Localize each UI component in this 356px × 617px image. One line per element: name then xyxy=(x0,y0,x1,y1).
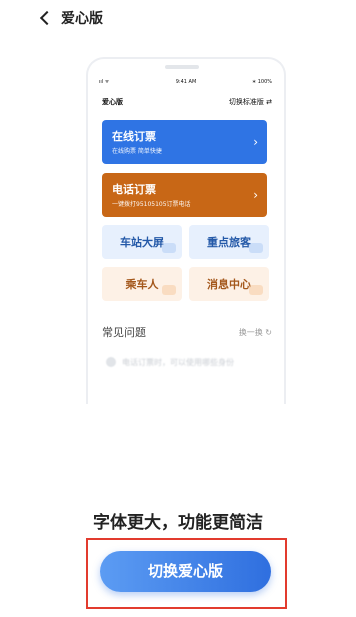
card-title: 电话订票 xyxy=(112,183,156,196)
tile-station-screen: 车站大屏 xyxy=(102,225,182,259)
phone-preview: ııl ᯤ 9:41 AM ∗ 100% 爱心版 切换标准版 ⇄ 在线订票 在线… xyxy=(86,57,286,404)
message-icon xyxy=(249,285,263,295)
question-icon xyxy=(106,357,116,367)
switch-care-mode-button[interactable]: 切换爱心版 xyxy=(100,551,271,592)
phone-speaker xyxy=(165,65,199,69)
page-title: 爱心版 xyxy=(61,11,103,27)
faq-title: 常见问题 xyxy=(102,326,146,339)
tile-messages: 消息中心 xyxy=(189,267,269,301)
top-bar: 爱心版 xyxy=(0,0,356,36)
chevron-right-icon: › xyxy=(253,135,258,149)
online-booking-card: 在线订票 在线购票 简单快捷 › xyxy=(102,120,267,164)
refresh-label: 换一换 ↻ xyxy=(238,328,272,337)
card-subtitle: 在线购票 简单快捷 xyxy=(112,148,162,155)
chevron-left-icon[interactable] xyxy=(38,9,54,27)
passenger-icon xyxy=(162,285,176,295)
switch-standard-label: 切换标准版 ⇄ xyxy=(228,98,272,106)
slogan-text: 字体更大，功能更简洁 xyxy=(93,513,263,533)
tile-key-passengers: 重点旅客 xyxy=(189,225,269,259)
phone-booking-card: 电话订票 一键拨打95105105订票电话 › xyxy=(102,173,267,217)
battery-status: ∗ 100% xyxy=(251,79,272,85)
person-icon xyxy=(249,243,263,253)
preview-title: 爱心版 xyxy=(102,98,123,106)
card-title: 在线订票 xyxy=(112,130,156,143)
chevron-right-icon: › xyxy=(253,188,258,202)
screen-icon xyxy=(162,243,176,253)
faq-item: 电话订票时，可以使用哪些身份 xyxy=(122,358,234,367)
card-subtitle: 一键拨打95105105订票电话 xyxy=(112,201,191,208)
tile-passengers: 乘车人 xyxy=(102,267,182,301)
